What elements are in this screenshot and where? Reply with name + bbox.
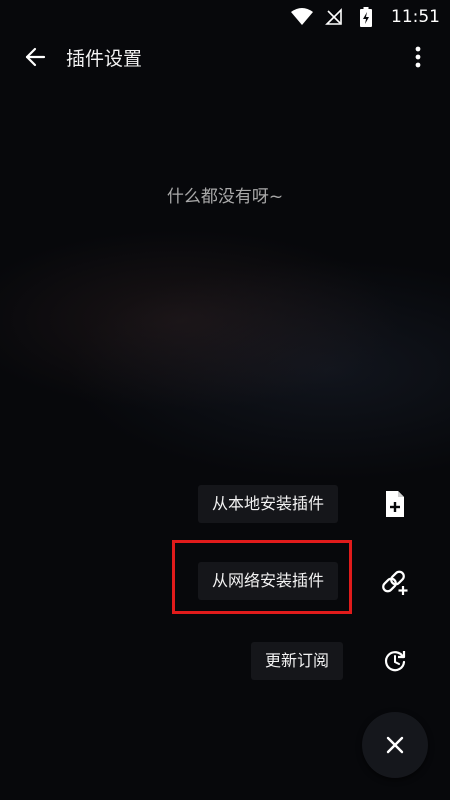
page-title: 插件设置	[66, 48, 143, 70]
wifi-icon	[291, 6, 313, 28]
install-local-label[interactable]: 从本地安装插件	[198, 485, 339, 523]
empty-state-text: 什么都没有呀~	[166, 187, 284, 207]
toolbar: 插件设置	[0, 34, 450, 80]
refresh-icon[interactable]	[375, 641, 415, 681]
install-network-label[interactable]: 从网络安装插件	[198, 562, 339, 600]
fab-close-button[interactable]	[362, 712, 428, 778]
more-vert-icon	[415, 46, 421, 68]
back-button[interactable]	[18, 40, 52, 74]
status-bar: 11:51	[0, 0, 450, 34]
close-icon	[386, 736, 404, 754]
more-options-button[interactable]	[408, 41, 428, 73]
arrow-left-icon	[25, 47, 46, 67]
link-add-icon[interactable]	[375, 562, 415, 602]
file-add-icon[interactable]	[375, 484, 415, 524]
background-blur	[0, 200, 450, 520]
status-time: 11:51	[391, 7, 440, 27]
battery-charging-icon	[355, 6, 377, 28]
no-signal-icon	[323, 6, 345, 28]
update-subscription-label[interactable]: 更新订阅	[251, 642, 344, 680]
